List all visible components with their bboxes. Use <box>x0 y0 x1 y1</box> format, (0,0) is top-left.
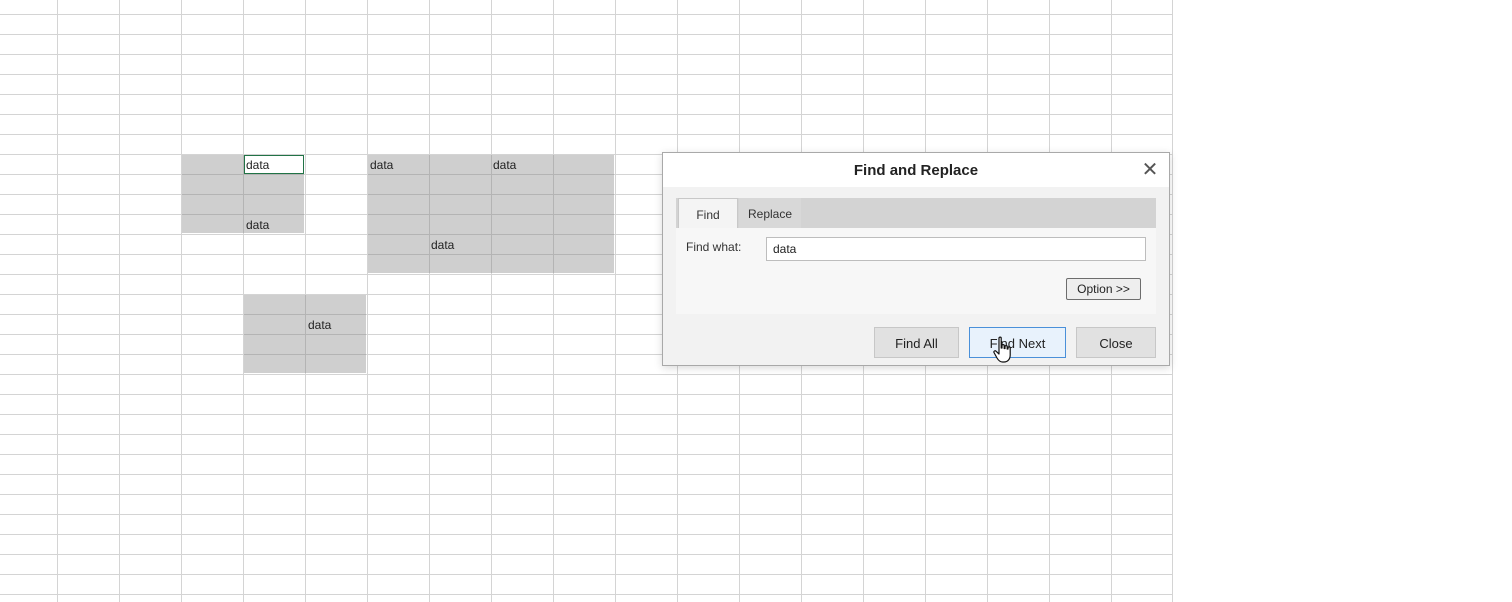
column-gridline <box>57 0 58 602</box>
column-gridline <box>367 0 368 602</box>
row-gridline <box>0 494 1172 495</box>
row-gridline <box>0 574 1172 575</box>
dialog-titlebar[interactable]: Find and Replace ✕ <box>663 153 1169 187</box>
cell-value[interactable]: data <box>244 216 269 234</box>
row-gridline <box>0 474 1172 475</box>
row-gridline <box>0 54 1172 55</box>
row-gridline <box>0 534 1172 535</box>
dialog-title: Find and Replace <box>853 162 979 179</box>
cell-value[interactable]: data <box>306 316 331 334</box>
close-button[interactable]: Close <box>1076 327 1156 358</box>
find-tab-panel: Find what: Option >> <box>676 228 1156 314</box>
row-gridline <box>0 114 1172 115</box>
row-gridline <box>0 554 1172 555</box>
find-what-label: Find what: <box>686 240 742 254</box>
find-what-input[interactable] <box>766 237 1146 261</box>
row-gridline <box>0 74 1172 75</box>
column-gridline <box>181 0 182 602</box>
row-gridline <box>0 394 1172 395</box>
row-gridline <box>0 14 1172 15</box>
column-gridline <box>429 0 430 602</box>
column-gridline <box>491 0 492 602</box>
cell-value[interactable]: data <box>368 156 393 174</box>
find-replace-dialog: Find and Replace ✕ Find Replace Find wha… <box>662 152 1170 366</box>
row-gridline <box>0 34 1172 35</box>
row-gridline <box>0 514 1172 515</box>
find-next-button[interactable]: Find Next <box>969 327 1066 358</box>
row-gridline <box>0 434 1172 435</box>
tab-replace[interactable]: Replace <box>739 198 801 228</box>
row-gridline <box>0 414 1172 415</box>
option-button[interactable]: Option >> <box>1066 278 1141 300</box>
find-all-button[interactable]: Find All <box>874 327 959 358</box>
selected-range[interactable] <box>244 295 366 373</box>
cell-value[interactable]: data <box>491 156 516 174</box>
row-gridline <box>0 94 1172 95</box>
close-icon[interactable]: ✕ <box>1139 159 1161 181</box>
tab-find[interactable]: Find <box>678 198 738 228</box>
cell-value[interactable]: data <box>244 156 269 174</box>
column-gridline <box>615 0 616 602</box>
row-gridline <box>0 374 1172 375</box>
tab-strip: Find Replace <box>676 198 1156 228</box>
row-gridline <box>0 134 1172 135</box>
row-gridline <box>0 594 1172 595</box>
cell-value[interactable]: data <box>429 236 454 254</box>
column-gridline <box>119 0 120 602</box>
column-gridline <box>553 0 554 602</box>
row-gridline <box>0 454 1172 455</box>
